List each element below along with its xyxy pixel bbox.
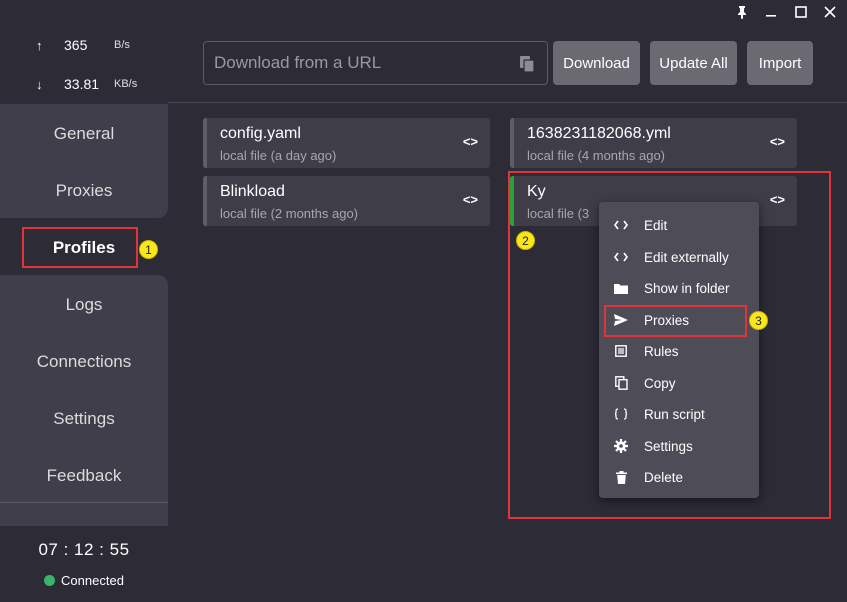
download-unit: KB/s [114, 78, 138, 90]
profile-title: 1638231182068.yml [527, 125, 671, 142]
profile-subtitle: local file (4 months ago) [527, 148, 666, 163]
highlight-proxies-item [604, 305, 747, 337]
minimize-icon[interactable] [760, 3, 782, 21]
download-button[interactable]: Download [553, 41, 640, 85]
status-dot-icon [44, 575, 56, 586]
paste-icon[interactable] [519, 55, 535, 78]
profile-card-config-yaml[interactable]: config.yaml local file (a day ago) <> [203, 118, 490, 168]
import-button[interactable]: Import [747, 41, 813, 85]
highlight-ky-profile-menu [508, 171, 831, 519]
code-icon[interactable]: <> [770, 134, 785, 149]
profile-card-blinkload[interactable]: Blinkload local file (2 months ago) <> [203, 176, 490, 226]
connection-status[interactable]: Connected [0, 573, 168, 588]
profile-status-bar [203, 118, 207, 168]
step-badge-2: 2 [516, 231, 535, 250]
upload-value: 365 [64, 37, 88, 53]
highlight-profiles [22, 227, 138, 268]
toolbar-divider [168, 102, 847, 103]
upload-arrow-icon: ↑ [36, 37, 43, 53]
title-bar [0, 0, 847, 24]
update-all-button[interactable]: Update All [650, 41, 737, 85]
pin-icon[interactable] [731, 3, 753, 21]
upload-speed: ↑ 365 B/s [36, 36, 130, 54]
download-arrow-icon: ↓ [36, 76, 43, 92]
sidebar-item-connections[interactable]: Connections [0, 333, 168, 390]
step-badge-3: 3 [749, 311, 768, 330]
close-icon[interactable] [819, 3, 841, 21]
url-input[interactable] [214, 53, 504, 73]
profile-subtitle: local file (2 months ago) [220, 206, 359, 221]
profile-card-1638231182068[interactable]: 1638231182068.yml local file (4 months a… [510, 118, 797, 168]
sidebar-item-general[interactable]: General [0, 105, 168, 162]
profile-status-bar [510, 118, 514, 168]
traffic-speed: ↑ 365 B/s ↓ 33.81 KB/s [0, 24, 168, 104]
download-value: 33.81 [64, 76, 100, 92]
uptime-clock: 07 : 12 : 55 [38, 540, 130, 559]
profile-title: Blinkload [220, 183, 285, 200]
sidebar: ↑ 365 B/s ↓ 33.81 KB/s General Proxies P… [0, 24, 168, 602]
profile-status-bar [203, 176, 207, 226]
sidebar-item-logs[interactable]: Logs [0, 276, 168, 333]
download-speed: ↓ 33.81 KB/s [36, 75, 137, 93]
step-badge-1: 1 [139, 240, 158, 259]
sidebar-divider [0, 502, 168, 503]
profile-title: config.yaml [220, 125, 301, 142]
profile-subtitle: local file (a day ago) [220, 148, 337, 163]
code-icon[interactable]: <> [463, 192, 478, 207]
sidebar-item-settings[interactable]: Settings [0, 390, 168, 447]
url-input-container[interactable] [203, 41, 548, 85]
code-icon[interactable]: <> [463, 134, 478, 149]
maximize-icon[interactable] [790, 3, 812, 21]
connection-status-label: Connected [61, 573, 124, 588]
sidebar-item-proxies[interactable]: Proxies [0, 162, 168, 219]
upload-unit: B/s [114, 39, 130, 51]
sidebar-item-feedback[interactable]: Feedback [0, 447, 168, 504]
